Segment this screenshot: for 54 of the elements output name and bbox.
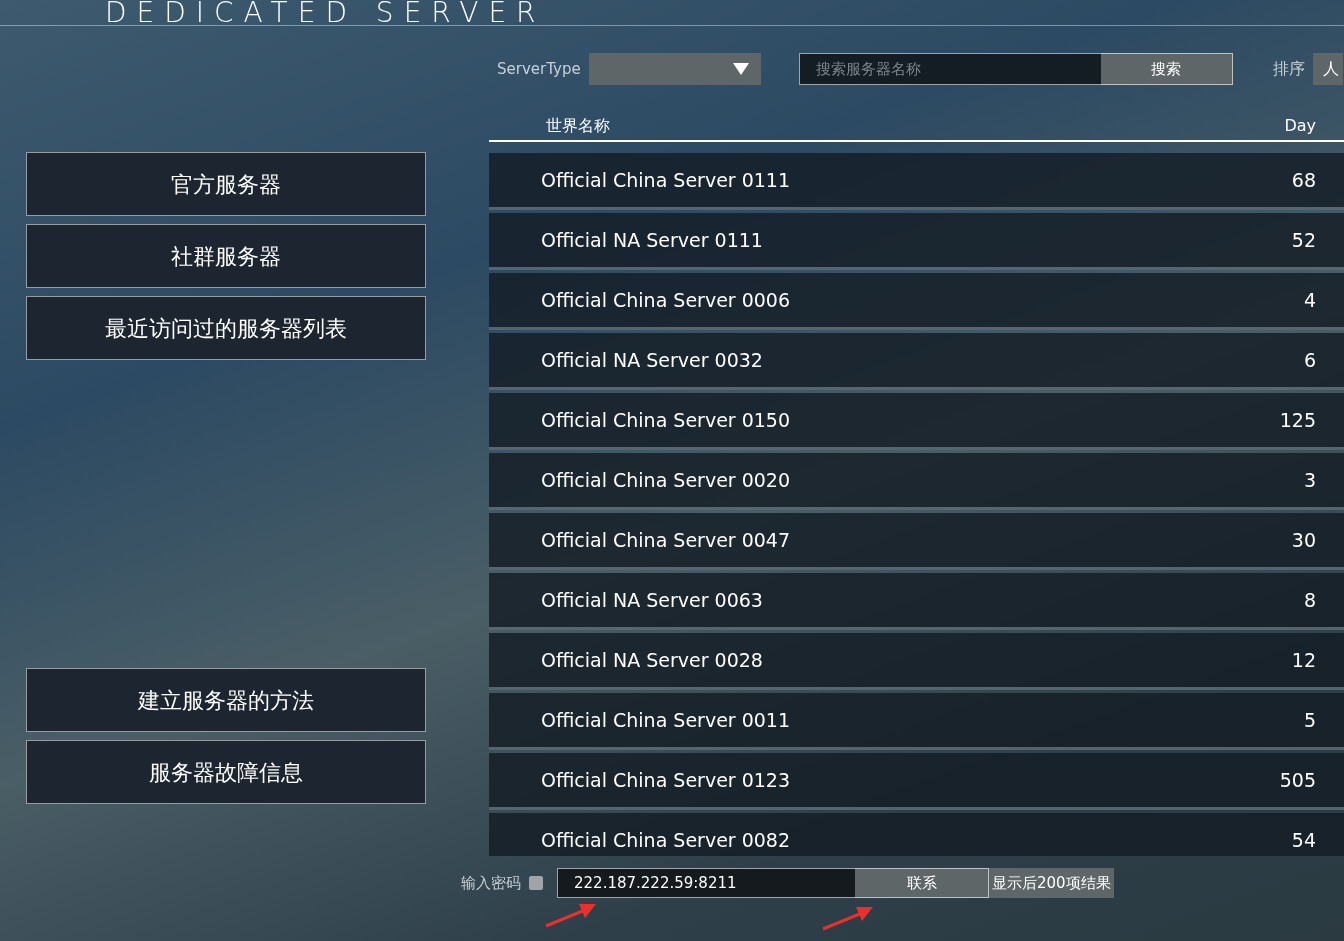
server-row[interactable]: Official China Server 0123 505 xyxy=(489,753,1344,810)
sort-dropdown[interactable]: 人 xyxy=(1312,53,1343,85)
password-checkbox[interactable] xyxy=(529,876,543,890)
server-name: Official China Server 0020 xyxy=(541,467,791,493)
dropdown-caret-icon xyxy=(732,63,749,75)
column-header: 世界名称 xyxy=(546,115,611,137)
column-header: Day xyxy=(1284,115,1316,137)
server-type-dropdown[interactable] xyxy=(588,53,761,85)
server-name: Official NA Server 0063 xyxy=(541,587,763,613)
server-name: Official China Server 0006 xyxy=(541,287,791,313)
sidebar-button[interactable]: 官方服务器 xyxy=(26,152,426,216)
server-name: Official China Server 0011 xyxy=(541,707,791,733)
server-row[interactable]: Official China Server 0047 30 xyxy=(489,513,1344,570)
server-name: Official China Server 0047 xyxy=(541,527,791,553)
server-day: 3 xyxy=(1303,465,1316,495)
server-row[interactable]: Official China Server 0020 3 xyxy=(489,453,1344,510)
annotation-arrow-icon xyxy=(545,902,597,928)
server-day: 4 xyxy=(1303,285,1316,315)
annotation-arrow-icon xyxy=(822,905,874,931)
server-row[interactable]: Official China Server 0011 5 xyxy=(489,693,1344,750)
server-day: 52 xyxy=(1291,225,1316,255)
server-name: Official China Server 0150 xyxy=(541,407,791,433)
server-name: Official NA Server 0111 xyxy=(541,227,763,253)
server-name: Official China Server 0082 xyxy=(541,827,791,853)
sidebar-button[interactable]: 建立服务器的方法 xyxy=(26,668,426,732)
server-day: 8 xyxy=(1303,585,1316,615)
password-label: 输入密码 xyxy=(461,872,521,894)
server-name: Official China Server 0123 xyxy=(541,767,791,793)
server-row[interactable]: Official China Server 0006 4 xyxy=(489,273,1344,330)
sidebar-button[interactable]: 最近访问过的服务器列表 xyxy=(26,296,426,360)
sort-label: 排序 xyxy=(1272,58,1305,80)
server-row[interactable]: Official NA Server 0063 8 xyxy=(489,573,1344,630)
sidebar-button[interactable]: 服务器故障信息 xyxy=(26,740,426,804)
server-day: 30 xyxy=(1291,525,1316,555)
server-name: Official NA Server 0032 xyxy=(541,347,763,373)
sidebar-button[interactable]: 社群服务器 xyxy=(26,224,426,288)
server-row[interactable]: Official NA Server 0028 12 xyxy=(489,633,1344,690)
server-name: Official China Server 0111 xyxy=(541,167,791,193)
server-name: Official NA Server 0028 xyxy=(541,647,763,673)
next-results-button[interactable]: 显示后200项结果 xyxy=(989,868,1114,898)
server-day: 6 xyxy=(1303,345,1316,375)
server-day: 12 xyxy=(1291,645,1316,675)
server-day: 5 xyxy=(1303,705,1316,735)
server-row[interactable]: Official China Server 0082 54 xyxy=(489,813,1344,856)
server-row[interactable]: Official NA Server 0032 6 xyxy=(489,333,1344,390)
server-day: 505 xyxy=(1279,765,1316,795)
filter-label: ServerType xyxy=(497,58,581,80)
server-day: 54 xyxy=(1291,825,1316,855)
server-row[interactable]: Official China Server 0111 68 xyxy=(489,153,1344,210)
server-day: 125 xyxy=(1279,405,1316,435)
server-row[interactable]: Official China Server 0150 125 xyxy=(489,393,1344,450)
server-row[interactable]: Official NA Server 0111 52 xyxy=(489,213,1344,270)
server-day: 68 xyxy=(1291,165,1316,195)
page-title: DEDICATED SERVER xyxy=(0,0,1344,26)
